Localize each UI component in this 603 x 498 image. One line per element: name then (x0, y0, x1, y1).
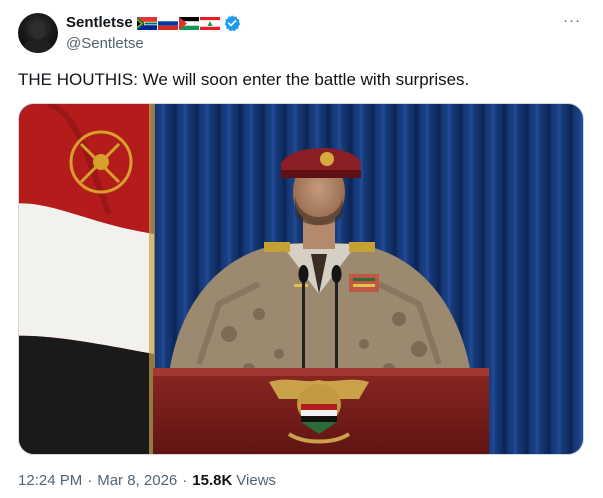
name-row: Sentletse (66, 13, 241, 33)
avatar-body (24, 39, 52, 53)
tweet-date[interactable]: Mar 8, 2026 (97, 472, 177, 489)
photo-image (19, 104, 583, 454)
avatar[interactable] (18, 13, 58, 53)
separator: · (87, 472, 93, 489)
avatar-head (31, 21, 45, 39)
handle[interactable]: @Sentletse (66, 34, 241, 54)
flag (19, 104, 155, 454)
display-name[interactable]: Sentletse (66, 13, 133, 33)
user-info: Sentletse @Sentletse (66, 13, 241, 54)
views-count[interactable]: 15.8K (192, 472, 232, 489)
russia-flag-icon (157, 16, 178, 30)
flags (136, 16, 220, 30)
verified-badge-icon[interactable] (223, 14, 241, 32)
south-africa-flag-icon (136, 16, 157, 30)
palestine-flag-icon (178, 16, 199, 30)
more-options-button[interactable]: ··· (563, 12, 581, 29)
tweet-meta: 12:24 PM · Mar 8, 2026 · 15.8K Views (18, 472, 276, 489)
views-label: Views (236, 472, 277, 489)
tweet-text: THE HOUTHIS: We will soon enter the batt… (18, 70, 470, 89)
podium (153, 368, 489, 454)
separator: · (182, 472, 188, 489)
tweet-photo[interactable] (18, 103, 584, 455)
lebanon-flag-icon (199, 16, 220, 30)
tweet-time[interactable]: 12:24 PM (18, 472, 82, 489)
